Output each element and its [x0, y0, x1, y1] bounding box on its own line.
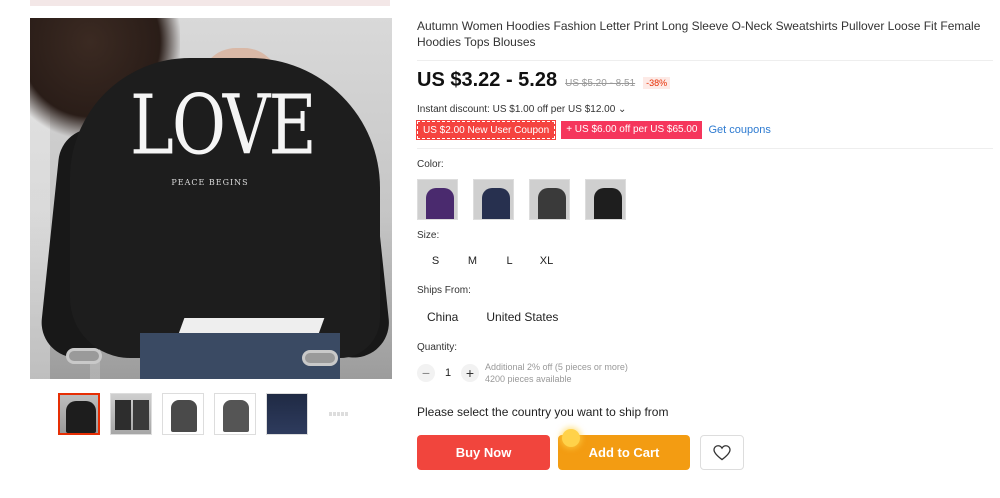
- print-sub-text: PEACE BEGINS: [171, 178, 249, 187]
- coupon-row: US $2.00 New User Coupon + US $6.00 off …: [415, 120, 993, 140]
- get-coupons-link[interactable]: Get coupons: [708, 124, 770, 136]
- color-swatch[interactable]: [473, 179, 514, 220]
- bracelet-right: [302, 350, 338, 366]
- thumbnail-item[interactable]: [58, 393, 100, 435]
- quantity-value[interactable]: 1: [435, 367, 461, 379]
- quantity-decrease-button[interactable]: −: [417, 364, 435, 382]
- ship-option-united-states[interactable]: United States: [486, 306, 558, 328]
- size-option[interactable]: M: [454, 251, 491, 271]
- ships-from-options: China United States: [417, 306, 993, 328]
- divider: [417, 148, 993, 149]
- product-title: Autumn Women Hoodies Fashion Letter Prin…: [417, 19, 981, 49]
- price-row: US $3.22 - 5.28 US $5.20 - 8.51 -38%: [417, 69, 993, 92]
- color-options: [417, 179, 993, 220]
- buy-now-button[interactable]: Buy Now: [417, 435, 550, 470]
- wishlist-button[interactable]: [700, 435, 744, 470]
- store-coupon[interactable]: + US $6.00 off per US $65.00: [561, 121, 703, 139]
- stock-note: 4200 pieces available: [485, 374, 572, 384]
- bulk-discount-note: Additional 2% off (5 pieces or more): [485, 362, 628, 372]
- color-label: Color:: [417, 159, 444, 170]
- instant-discount[interactable]: Instant discount: US $1.00 off per US $1…: [417, 104, 993, 115]
- action-buttons: Buy Now Add to Cart: [417, 429, 993, 470]
- shipping-message: Please select the country you want to sh…: [417, 405, 669, 419]
- print-main-text: LOVE: [130, 77, 317, 174]
- bracelet-left: [66, 348, 102, 364]
- add-to-cart-button[interactable]: Add to Cart: [558, 429, 690, 470]
- thumbnail-strip: [58, 393, 360, 435]
- new-user-coupon[interactable]: US $2.00 New User Coupon: [415, 120, 557, 140]
- thumbnail-item[interactable]: [162, 393, 204, 435]
- cursor-highlight: [562, 429, 580, 447]
- more-dots-icon: [329, 412, 348, 416]
- product-info: Autumn Women Hoodies Fashion Letter Prin…: [415, 18, 993, 470]
- current-price: US $3.22 - 5.28: [417, 69, 558, 91]
- quantity-note: Additional 2% off (5 pieces or more) 420…: [485, 361, 628, 385]
- thumbnail-item[interactable]: [266, 393, 308, 435]
- thumbnail-item[interactable]: [214, 393, 256, 435]
- color-swatch[interactable]: [585, 179, 626, 220]
- top-divider: [30, 0, 390, 6]
- heart-icon: [713, 444, 731, 460]
- color-swatch[interactable]: [417, 179, 458, 220]
- add-to-cart-label: Add to Cart: [588, 445, 660, 460]
- main-product-image[interactable]: LOVE PEACE BEGINS: [30, 18, 392, 379]
- quantity-increase-button[interactable]: +: [461, 364, 479, 382]
- size-options: S M L XL: [417, 251, 993, 271]
- original-price: US $5.20 - 8.51: [565, 78, 636, 89]
- size-label: Size:: [417, 230, 440, 241]
- thumbnail-more[interactable]: [318, 393, 360, 435]
- size-option[interactable]: XL: [528, 251, 565, 271]
- discount-badge: -38%: [643, 77, 671, 89]
- thumbnail-item[interactable]: [110, 393, 152, 435]
- size-option[interactable]: L: [491, 251, 528, 271]
- divider: [417, 60, 993, 61]
- ships-from-label: Ships From:: [417, 285, 471, 296]
- quantity-label: Quantity:: [417, 342, 458, 353]
- quantity-stepper: − 1 + Additional 2% off (5 pieces or mor…: [417, 361, 993, 385]
- ship-option-china[interactable]: China: [427, 306, 458, 328]
- color-swatch[interactable]: [529, 179, 570, 220]
- size-option[interactable]: S: [417, 251, 454, 271]
